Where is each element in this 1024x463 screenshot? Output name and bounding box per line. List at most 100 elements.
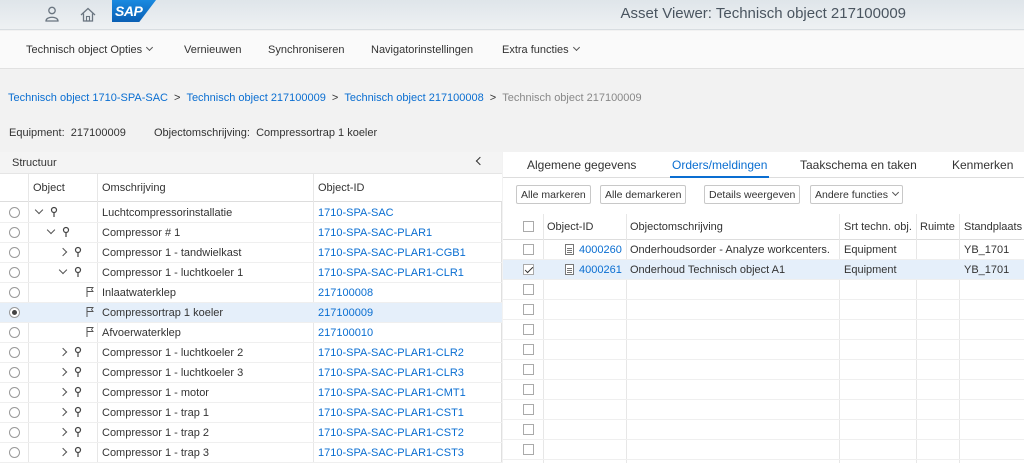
toolbar-synchroniseren[interactable]: Synchroniseren [268,44,344,56]
row-checkbox[interactable] [523,304,534,315]
row-select-radio[interactable] [9,407,20,418]
row-checkbox[interactable] [523,384,534,395]
row-select-radio[interactable] [9,447,20,458]
chevron-right-icon[interactable] [58,247,68,257]
tree-row-object-id-link[interactable]: 1710-SPA-SAC-PLAR1 [318,227,432,239]
tree-row[interactable]: Compressor 1 - luchtkoeler 2 1710-SPA-SAC… [0,343,502,363]
tree-row[interactable]: Compressor # 1 1710-SPA-SAC-PLAR1 [0,223,502,243]
table-row[interactable]: 4000261 Onderhoud Technisch object A1 Equi… [503,260,1024,280]
tree-row-object-id-link[interactable]: 1710-SPA-SAC-PLAR1-CGB1 [318,247,466,259]
row-checkbox[interactable] [523,364,534,375]
chevron-down-icon[interactable] [46,225,56,235]
description-label: Objectomschrijving: [154,127,250,139]
select-all-checkbox[interactable] [523,221,534,232]
order-id-link[interactable]: 4000260 [579,244,622,256]
chevron-right-icon[interactable] [58,407,68,417]
column-header-object-id[interactable]: Object-ID [547,221,593,233]
empty-table-row [503,420,1024,440]
row-select-radio[interactable] [9,207,20,218]
row-checkbox[interactable] [523,324,534,335]
orders-table-header: Object-ID Objectomschrijving Srt techn. … [503,214,1024,240]
chevron-right-icon[interactable] [58,427,68,437]
tree-row-description: Compressor 1 - trap 3 [102,447,209,459]
column-header-objectomschrijving[interactable]: Objectomschrijving [630,221,723,233]
tab-taakschema-en-taken[interactable]: Taakschema en taken [800,158,917,172]
row-checkbox[interactable] [523,424,534,435]
breadcrumb-link[interactable]: Technisch object 217100008 [344,92,483,104]
tree-row[interactable]: Compressor 1 - tandwielkast 1710-SPA-SAC-… [0,243,502,263]
chevron-right-icon[interactable] [58,447,68,457]
tree-row-object-id-link[interactable]: 1710-SPA-SAC-PLAR1-CMT1 [318,387,466,399]
user-icon[interactable] [42,4,62,24]
row-select-radio[interactable] [9,387,20,398]
chevron-right-icon[interactable] [58,367,68,377]
row-select-radio[interactable] [9,427,20,438]
tree-row[interactable]: Compressortrap 1 koeler 217100009 [0,303,502,323]
row-checkbox[interactable] [523,344,534,355]
row-checkbox[interactable] [523,284,534,295]
tree-row-object-id-link[interactable]: 217100008 [318,287,373,299]
tree-row-object-id-link[interactable]: 1710-SPA-SAC [318,207,394,219]
row-select-radio[interactable] [9,307,20,318]
column-header-standplaats[interactable]: Standplaats [964,221,1022,233]
tree-row[interactable]: Compressor 1 - trap 1 1710-SPA-SAC-PLAR1-… [0,403,502,423]
toolbar-vernieuwen[interactable]: Vernieuwen [184,44,242,56]
chevron-right-icon[interactable] [58,347,68,357]
row-checkbox[interactable] [523,264,534,275]
tree-row[interactable]: Compressor 1 - trap 3 1710-SPA-SAC-PLAR1-… [0,443,502,463]
chevron-down-icon[interactable] [34,205,44,215]
tree-row[interactable]: Compressor 1 - motor 1710-SPA-SAC-PLAR1-C… [0,383,502,403]
tree-row[interactable]: Compressor 1 - luchtkoeler 3 1710-SPA-SAC… [0,363,502,383]
tree-row[interactable]: Inlaatwaterklep 217100008 [0,283,502,303]
column-header-object[interactable]: Object [33,182,65,194]
tree-row-object-id-link[interactable]: 1710-SPA-SAC-PLAR1-CST2 [318,427,464,439]
column-header-srt-techn-obj[interactable]: Srt techn. obj. [844,221,912,233]
tree-row[interactable]: Compressor 1 - luchtkoeler 1 1710-SPA-SAC… [0,263,502,283]
deselect-all-button[interactable]: Alle demarkeren [600,185,687,204]
select-all-button[interactable]: Alle markeren [516,185,591,204]
order-location: YB_1701 [964,264,1010,276]
tree-row-object-id-link[interactable]: 1710-SPA-SAC-PLAR1-CLR3 [318,367,464,379]
breadcrumb-link[interactable]: Technisch object 217100009 [186,92,325,104]
row-checkbox[interactable] [523,244,534,255]
breadcrumb-link[interactable]: Technisch object 1710-SPA-SAC [8,92,168,104]
column-header-ruimte[interactable]: Ruimte [920,221,955,233]
tree-row-object-id-link[interactable]: 1710-SPA-SAC-PLAR1-CLR1 [318,267,464,279]
row-select-radio[interactable] [9,227,20,238]
row-select-radio[interactable] [9,267,20,278]
tab-orders-meldingen[interactable]: Orders/meldingen [669,158,770,178]
toolbar-technisch-object-opties[interactable]: Technisch object Opties [26,43,154,56]
tree-row-object-id-link[interactable]: 217100010 [318,327,373,339]
table-row[interactable]: 4000260 Onderhoudsorder - Analyze workcen… [503,240,1024,260]
tab-kenmerken[interactable]: Kenmerken [952,158,1013,172]
row-select-radio[interactable] [9,367,20,378]
row-checkbox[interactable] [523,404,534,415]
show-details-button[interactable]: Details weergeven [704,185,801,204]
tree-row-object-id-link[interactable]: 1710-SPA-SAC-PLAR1-CST1 [318,407,464,419]
tree-row[interactable]: Luchtcompressorinstallatie 1710-SPA-SAC [0,203,502,223]
row-select-radio[interactable] [9,247,20,258]
chevron-down-icon [891,188,900,197]
toolbar-extra-functies[interactable]: Extra functies [502,43,580,56]
description-value: Compressortrap 1 koeler [256,127,378,139]
tree-row[interactable]: Afvoerwaterklep 217100010 [0,323,502,343]
other-functions-button[interactable]: Andere functies [810,185,903,204]
row-select-radio[interactable] [9,287,20,298]
tree-row-object-id-link[interactable]: 217100009 [318,307,373,319]
tab-algemene-gegevens[interactable]: Algemene gegevens [527,158,636,172]
order-id-link[interactable]: 4000261 [579,264,622,276]
row-select-radio[interactable] [9,327,20,338]
column-header-omschrijving[interactable]: Omschrijving [102,182,166,194]
shell-bar: SAP Asset Viewer: Technisch object 21710… [0,0,1024,30]
chevron-down-icon[interactable] [58,265,68,275]
tree-row-object-id-link[interactable]: 1710-SPA-SAC-PLAR1-CST3 [318,447,464,459]
column-header-object-id[interactable]: Object-ID [318,182,364,194]
row-select-radio[interactable] [9,347,20,358]
tree-row-object-id-link[interactable]: 1710-SPA-SAC-PLAR1-CLR2 [318,347,464,359]
tree-row[interactable]: Compressor 1 - trap 2 1710-SPA-SAC-PLAR1-… [0,423,502,443]
row-checkbox[interactable] [523,444,534,455]
chevron-right-icon[interactable] [58,387,68,397]
toolbar-navigatorinstellingen[interactable]: Navigatorinstellingen [371,44,473,56]
collapse-panel-button[interactable] [474,156,486,168]
home-icon[interactable] [78,4,98,24]
